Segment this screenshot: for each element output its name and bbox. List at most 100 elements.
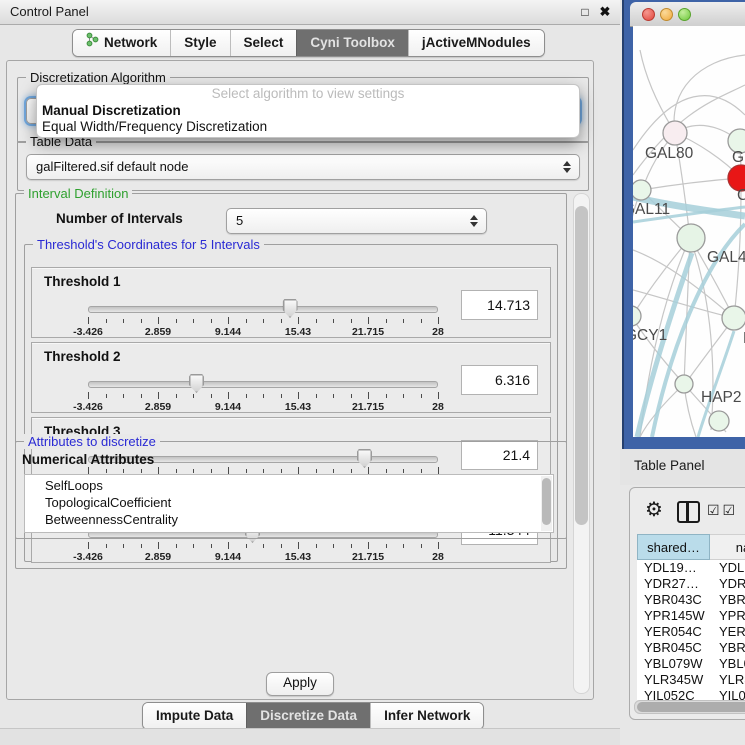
table-data-combobox[interactable]: galFiltered.sif default node	[26, 154, 580, 180]
cell-shared-name[interactable]: YLR345W	[637, 672, 710, 688]
traffic-light-close-icon[interactable]	[642, 8, 655, 21]
apply-button[interactable]: Apply	[266, 672, 334, 696]
column-header-shared-name[interactable]: shared…	[637, 534, 710, 560]
table-row[interactable]: YIL052CYIL0	[637, 688, 745, 700]
tick-mark	[106, 319, 107, 323]
tab-jactivemnodules[interactable]: jActiveMNodules	[408, 30, 544, 56]
cell-name[interactable]: YER0	[710, 624, 745, 640]
tab-style[interactable]: Style	[170, 30, 229, 56]
cell-name[interactable]: YIL0	[710, 688, 745, 700]
network-node-gal4[interactable]	[677, 224, 705, 252]
tab-cyni-toolbox[interactable]: Cyni Toolbox	[296, 30, 408, 56]
number-of-intervals-combobox[interactable]: 5	[226, 208, 487, 234]
table-row[interactable]: YBR043CYBR0	[637, 592, 745, 608]
attributes-scrollbar[interactable]	[541, 476, 552, 531]
control-panel-tabbar: Network StyleSelectCyni Toolbox jActiveMNo…	[72, 29, 545, 57]
tab-select[interactable]: Select	[230, 30, 297, 56]
cell-shared-name[interactable]: YIL052C	[637, 688, 710, 700]
slider-track[interactable]	[88, 306, 438, 313]
cell-shared-name[interactable]: YPR145W	[637, 608, 710, 624]
tab-discretize-data[interactable]: Discretize Data	[246, 703, 370, 729]
slider-thumb[interactable]	[189, 374, 204, 393]
attribute-item-betweennesscentrality[interactable]: BetweennessCentrality	[45, 511, 553, 528]
cell-shared-name[interactable]: YBR045C	[637, 640, 710, 656]
cell-shared-name[interactable]: YDL19…	[637, 560, 710, 576]
table-row[interactable]: YLR345WYLR3	[637, 672, 745, 688]
table-row[interactable]: YDR27…YDR2	[637, 576, 745, 592]
panel-scrollbar[interactable]	[573, 193, 590, 694]
tick-mark	[123, 544, 124, 548]
network-node-hap2[interactable]	[675, 375, 693, 393]
tab-network[interactable]: Network	[73, 30, 170, 56]
numerical-attributes-label: Numerical Attributes	[22, 452, 154, 467]
network-edge-highlighted[interactable]	[637, 253, 692, 437]
cell-shared-name[interactable]: YER054C	[637, 624, 710, 640]
network-node-unlabeled[interactable]	[709, 411, 729, 431]
column-header-name[interactable]: na	[710, 534, 745, 560]
threshold-slider[interactable]: -3.4262.8599.14415.4321.71528	[88, 298, 438, 336]
tick-mark	[351, 319, 352, 323]
tab-label: Network	[104, 31, 157, 55]
numerical-attributes-list[interactable]: SelfLoopsTopologicalCoefficientBetweenne…	[24, 474, 554, 533]
tick-label: -3.426	[73, 401, 103, 413]
network-canvas[interactable]: GAL80GCGAL11GAL4GCY1HHAP2	[633, 26, 745, 437]
cell-name[interactable]: YDL1	[710, 560, 745, 576]
algorithm-option-manual-discretization[interactable]: Manual Discretization	[42, 103, 574, 119]
traffic-light-zoom-icon[interactable]	[678, 8, 691, 21]
traffic-light-minimize-icon[interactable]	[660, 8, 673, 21]
network-icon	[86, 31, 99, 55]
network-node-gcy1[interactable]	[633, 306, 641, 326]
tab-label: jActiveMNodules	[422, 31, 531, 55]
attribute-item-topologicalcoefficient[interactable]: TopologicalCoefficient	[45, 494, 553, 511]
column-layout-icon[interactable]	[677, 501, 700, 523]
cell-shared-name[interactable]: YDR27…	[637, 576, 710, 592]
threshold-slider[interactable]: -3.4262.8599.14415.4321.71528	[88, 373, 438, 411]
network-node-gal11[interactable]	[633, 180, 651, 200]
network-edge[interactable]	[633, 290, 734, 318]
cell-name[interactable]: YBL0	[710, 656, 745, 672]
table-row[interactable]: YBL079WYBL0	[637, 656, 745, 672]
cell-name[interactable]: YBR0	[710, 592, 745, 608]
number-of-intervals-label: Number of Intervals	[56, 211, 183, 226]
tick-mark	[298, 392, 299, 399]
panel-scrollbar-thumb[interactable]	[575, 206, 588, 525]
algorithm-option-equal-width-frequency[interactable]: Equal Width/Frequency Discretization	[42, 119, 574, 135]
attribute-item-selfloops[interactable]: SelfLoops	[45, 477, 553, 494]
cell-shared-name[interactable]: YBR043C	[637, 592, 710, 608]
network-edge[interactable]	[640, 50, 675, 133]
threshold-value-field[interactable]: 14.713	[461, 290, 538, 320]
network-edge[interactable]	[674, 55, 745, 133]
gear-icon[interactable]: ⚙	[645, 497, 663, 522]
table-row[interactable]: YPR145WYPR1	[637, 608, 745, 624]
threshold-value-field[interactable]: 6.316	[461, 365, 538, 395]
tick-mark	[386, 544, 387, 548]
float-window-button[interactable]: □	[576, 0, 594, 24]
cell-name[interactable]: YBR0	[710, 640, 745, 656]
tick-mark	[316, 544, 317, 548]
table-row[interactable]: YDL19…YDL1	[637, 560, 745, 576]
table-panel-titlebar: Table Panel	[620, 449, 745, 485]
cell-name[interactable]: YDR2	[710, 576, 745, 592]
network-node-gal80[interactable]	[663, 121, 687, 145]
network-edge[interactable]	[641, 178, 741, 190]
slider-track[interactable]	[88, 381, 438, 388]
table-horizontal-scrollbar[interactable]	[634, 700, 745, 714]
network-node-h[interactable]	[722, 306, 745, 330]
tick-mark	[211, 544, 212, 548]
table-row[interactable]: YER054CYER0	[637, 624, 745, 640]
tab-infer-network[interactable]: Infer Network	[370, 703, 483, 729]
slider-thumb[interactable]	[283, 299, 298, 318]
checkbox-icons[interactable]: ☑☑	[707, 502, 738, 519]
close-window-button[interactable]: ✖	[596, 0, 614, 24]
tab-impute-data[interactable]: Impute Data	[143, 703, 246, 729]
cell-name[interactable]: YLR3	[710, 672, 745, 688]
tick-mark	[316, 319, 317, 323]
tick-mark	[281, 394, 282, 398]
network-window-titlebar[interactable]	[630, 2, 745, 27]
cell-shared-name[interactable]: YBL079W	[637, 656, 710, 672]
cell-name[interactable]: YPR1	[710, 608, 745, 624]
tick-label: 15.43	[285, 401, 311, 413]
table-row[interactable]: YBR045CYBR0	[637, 640, 745, 656]
attributes-scrollbar-thumb[interactable]	[542, 478, 551, 525]
table-scrollbar-thumb[interactable]	[637, 702, 745, 712]
